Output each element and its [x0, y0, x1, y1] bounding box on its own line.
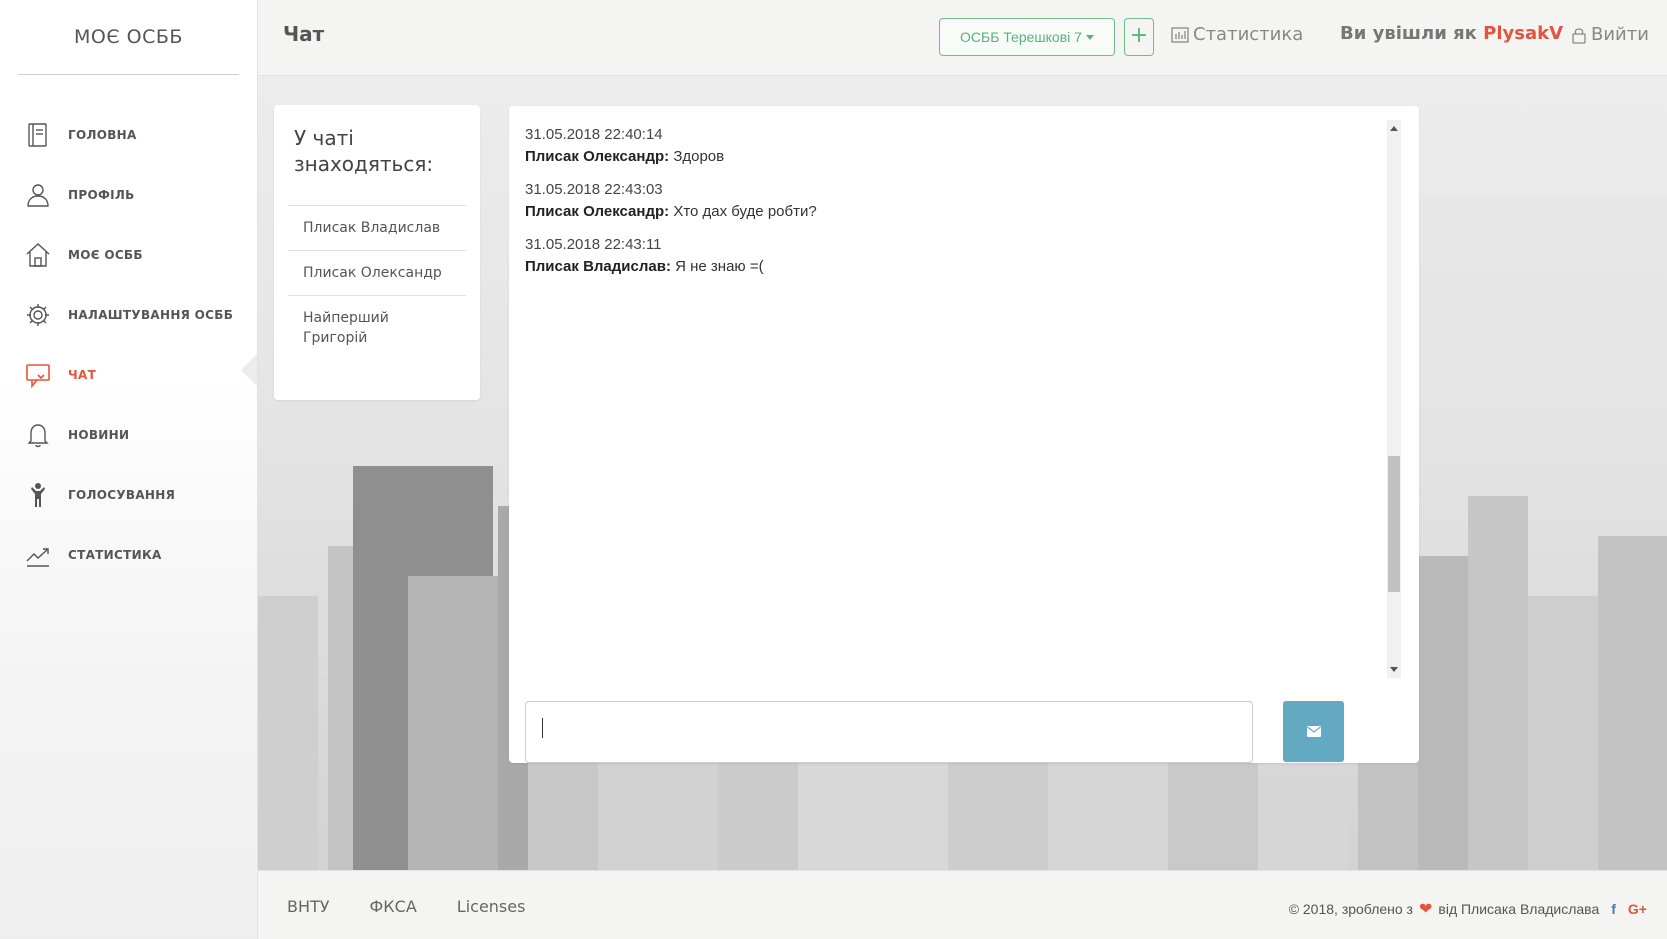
sidebar-item-label: МОЄ ОСББ: [68, 248, 143, 262]
chat-user-item[interactable]: Найперший Григорій: [288, 295, 466, 360]
message-author: Плисак Олександр:: [525, 203, 670, 220]
message-timestamp: 31.05.2018 22:43:03: [525, 181, 663, 198]
footer-link-licenses[interactable]: Licenses: [457, 897, 526, 916]
message-input[interactable]: [525, 701, 1253, 763]
sidebar-nav: ГОЛОВНА ПРОФІЛЬ МОЄ ОСББ НАЛАШТУВАННЯ ОС…: [0, 75, 257, 585]
message-text: Здоров: [673, 148, 725, 165]
message-author: Плисак Владислав:: [525, 258, 671, 275]
username[interactable]: PlysakV: [1483, 23, 1563, 44]
osbb-select-value: ОСББ Терешкові 7: [960, 29, 1082, 45]
scrollbar-thumb[interactable]: [1388, 456, 1400, 592]
scroll-up-arrow-icon[interactable]: [1390, 126, 1398, 131]
sidebar-item-label: ЧАТ: [68, 368, 97, 382]
send-message-button[interactable]: [1283, 701, 1344, 762]
sidebar-item-home[interactable]: ГОЛОВНА: [0, 105, 257, 165]
bell-icon: [27, 424, 49, 448]
page-title: Чат: [283, 22, 325, 46]
book-icon: [28, 123, 47, 147]
sidebar-item-label: НАЛАШТУВАННЯ ОСББ: [68, 308, 234, 322]
facebook-icon[interactable]: f: [1611, 901, 1616, 917]
statistics-link[interactable]: Статистика: [1171, 24, 1303, 45]
sidebar-item-my-osbb[interactable]: МОЄ ОСББ: [0, 225, 257, 285]
chat-user-item[interactable]: Плисак Олександр: [288, 250, 466, 295]
footer-link-fksa[interactable]: ФКСА: [370, 897, 417, 916]
sidebar-item-label: ГОЛОСУВАННЯ: [68, 488, 176, 502]
sidebar-item-label: СТАТИСТИКА: [68, 548, 162, 562]
chat-user-item[interactable]: Плисак Владислав: [288, 205, 466, 250]
footer-links: ВНТУ ФКСА Licenses: [287, 897, 565, 916]
copyright-suffix: від Плисака Владислава: [1438, 901, 1600, 917]
sidebar-item-label: НОВИНИ: [68, 428, 130, 442]
user-icon: [27, 184, 49, 207]
footer-copyright: © 2018, зроблено з ❤ від Плисака Владисл…: [1289, 899, 1647, 919]
add-osbb-button[interactable]: +: [1124, 18, 1154, 56]
trend-icon: [26, 548, 49, 567]
message-author: Плисак Олександр:: [525, 148, 670, 165]
message-text: Я не знаю =(: [675, 258, 764, 275]
logout-label: Вийти: [1591, 24, 1649, 45]
chat-message: 31.05.2018 22:40:14 Плисак Олександр: Зд…: [525, 124, 1385, 168]
message-text: Хто дах буде робти?: [673, 203, 817, 220]
sidebar-item-osbb-settings[interactable]: НАЛАШТУВАННЯ ОСББ: [0, 285, 257, 345]
statistics-link-label: Статистика: [1193, 24, 1304, 45]
message-timestamp: 31.05.2018 22:43:11: [525, 236, 662, 253]
sidebar-item-chat[interactable]: ЧАТ: [0, 345, 257, 405]
google-plus-icon[interactable]: G+: [1628, 901, 1647, 917]
heart-icon: ❤: [1418, 901, 1433, 918]
chat-icon: [26, 364, 50, 389]
sidebar-item-label: ПРОФІЛЬ: [68, 188, 135, 202]
sidebar-item-label: ГОЛОВНА: [68, 128, 137, 142]
message-scrollbar[interactable]: [1387, 120, 1401, 678]
sidebar-item-news[interactable]: НОВИНИ: [0, 405, 257, 465]
chart-icon: [1171, 26, 1189, 43]
envelope-icon: [1306, 726, 1321, 737]
chat-message: 31.05.2018 22:43:03 Плисак Олександр: Хт…: [525, 179, 1385, 223]
scroll-down-arrow-icon[interactable]: [1390, 667, 1398, 672]
chat-panel: 31.05.2018 22:40:14 Плисак Олександр: Зд…: [509, 106, 1419, 763]
message-list: 31.05.2018 22:40:14 Плисак Олександр: Зд…: [525, 124, 1385, 674]
lock-icon: [1572, 27, 1586, 44]
chevron-down-icon: [1085, 34, 1094, 40]
chat-users-title: У чаті знаходяться:: [294, 126, 434, 176]
copyright-prefix: © 2018, зроблено з: [1288, 901, 1413, 917]
logged-in-label: Ви увішли як PlysakV: [1340, 23, 1563, 44]
footer-link-vntu[interactable]: ВНТУ: [287, 897, 330, 916]
chat-message: 31.05.2018 22:43:11 Плисак Владислав: Я …: [525, 234, 1385, 278]
logout-link[interactable]: Вийти: [1571, 24, 1649, 45]
person-icon: [31, 483, 45, 507]
brand-logo[interactable]: МОЄ ОСББ: [0, 0, 257, 74]
sidebar-item-statistics[interactable]: СТАТИСТИКА: [0, 525, 257, 585]
message-timestamp: 31.05.2018 22:40:14: [525, 126, 663, 143]
active-item-indicator: [241, 354, 257, 386]
main-area: Чат ОСББ Терешкові 7 + Статистика Ви уві…: [258, 0, 1667, 939]
sidebar-item-voting[interactable]: ГОЛОСУВАННЯ: [0, 465, 257, 525]
footer: ВНТУ ФКСА Licenses © 2018, зроблено з ❤ …: [258, 870, 1667, 939]
text-cursor: [542, 718, 543, 738]
sidebar-item-profile[interactable]: ПРОФІЛЬ: [0, 165, 257, 225]
home-icon: [26, 243, 50, 267]
gear-icon: [27, 304, 49, 326]
sidebar: МОЄ ОСББ ГОЛОВНА ПРОФІЛЬ МОЄ ОСББ НАЛАШТ…: [0, 0, 258, 939]
logged-in-prefix: Ви увішли як: [1340, 23, 1477, 44]
chat-users-panel: У чаті знаходяться: Плисак Владислав Пли…: [274, 105, 480, 400]
osbb-select-dropdown[interactable]: ОСББ Терешкові 7: [939, 18, 1115, 56]
top-bar: Чат ОСББ Терешкові 7 + Статистика Ви уві…: [258, 0, 1667, 76]
